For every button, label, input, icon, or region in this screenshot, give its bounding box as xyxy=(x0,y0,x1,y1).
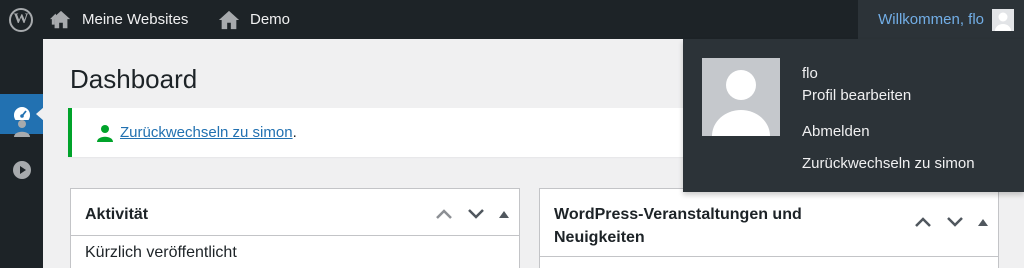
site-name-menu[interactable]: Demo xyxy=(218,0,290,39)
switch-back-link[interactable]: Zurückwechseln zu simon xyxy=(120,124,293,141)
page-title: Dashboard xyxy=(70,64,198,94)
events-widget-header: WordPress-Veranstaltungen und Neuigkeite… xyxy=(540,189,998,257)
notice-suffix: . xyxy=(292,124,297,141)
user-account-dropdown: flo Profil bearbeiten Abmelden Zurückwec… xyxy=(683,39,1024,192)
sidebar-item-media[interactable] xyxy=(0,160,43,180)
activity-recent-heading: Kürzlich veröffentlicht xyxy=(85,244,237,261)
welcome-label: Willkommen, flo xyxy=(878,11,984,28)
edit-profile-link[interactable]: Profil bearbeiten xyxy=(802,87,911,104)
move-up-icon[interactable] xyxy=(435,207,453,221)
home-icon xyxy=(218,10,240,29)
wordpress-logo-button[interactable]: W xyxy=(9,0,35,39)
user-icon xyxy=(97,124,113,142)
switch-user-notice: Zurückwechseln zu simon . xyxy=(68,108,758,157)
move-down-icon[interactable] xyxy=(467,207,485,221)
move-up-icon[interactable] xyxy=(914,215,932,229)
activity-widget-title: Aktivität xyxy=(85,206,149,223)
events-widget-title: WordPress-Veranstaltungen und Neuigkeite… xyxy=(554,206,802,246)
toggle-panel-icon[interactable] xyxy=(499,210,509,218)
play-icon xyxy=(12,161,31,179)
events-news-widget: WordPress-Veranstaltungen und Neuigkeite… xyxy=(539,188,999,268)
user-account-menu[interactable]: Willkommen, flo xyxy=(858,0,1024,39)
my-sites-menu[interactable]: Meine Websites xyxy=(50,0,188,39)
user-avatar-small xyxy=(992,8,1014,31)
move-down-icon[interactable] xyxy=(946,215,964,229)
admin-bar: W Meine Websites Demo Willkommen, flo xyxy=(0,0,1024,39)
my-sites-label: Meine Websites xyxy=(82,11,189,28)
sidebar-item-users[interactable] xyxy=(0,119,43,137)
dropdown-username[interactable]: flo xyxy=(802,65,818,82)
user-avatar xyxy=(702,58,780,136)
users-icon xyxy=(13,120,30,137)
admin-sidebar xyxy=(0,39,44,268)
my-sites-icon xyxy=(50,10,71,28)
activity-widget: Aktivität Kürzlich veröffentlicht xyxy=(70,188,520,268)
logout-link[interactable]: Abmelden xyxy=(802,123,870,140)
site-name-label: Demo xyxy=(250,11,291,28)
switch-back-menu-link[interactable]: Zurückwechseln zu simon xyxy=(802,155,975,172)
toggle-panel-icon[interactable] xyxy=(978,218,988,226)
activity-widget-header: Aktivität xyxy=(71,189,519,236)
wordpress-logo-icon: W xyxy=(9,7,33,32)
